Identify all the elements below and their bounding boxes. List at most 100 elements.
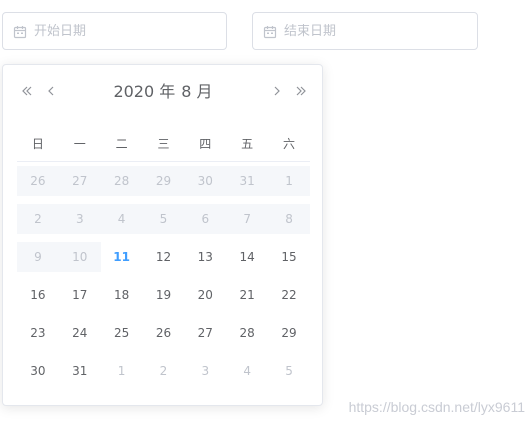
calendar-day-number: 15	[281, 250, 297, 264]
double-chevron-right-icon[interactable]	[293, 81, 309, 101]
calendar-day[interactable]: 27	[184, 314, 226, 352]
calendar-day[interactable]: 1	[101, 352, 143, 390]
calendar-day-number: 28	[100, 166, 143, 196]
year-label[interactable]: 2020 年	[113, 82, 175, 101]
calendar-day[interactable]: 30	[17, 352, 59, 390]
calendar-day[interactable]: 26	[143, 314, 185, 352]
calendar-day[interactable]: 29	[268, 314, 310, 352]
calendar-day-number: 3	[201, 364, 210, 378]
calendar-day[interactable]: 28	[226, 314, 268, 352]
calendar-day: 30	[184, 162, 227, 201]
calendar-day-number: 18	[113, 288, 130, 302]
calendar-day[interactable]: 14	[226, 238, 268, 276]
calendar-day-number: 1	[268, 166, 310, 196]
calendar-day: 28	[100, 162, 143, 201]
year-value: 2020	[113, 82, 155, 101]
weekday-label: 日	[17, 125, 59, 162]
calendar-day-number: 30	[184, 166, 227, 196]
watermark: https://blog.csdn.net/lyx9611	[348, 399, 525, 415]
calendar-day-number: 28	[239, 326, 255, 340]
weekday-label: 五	[226, 125, 269, 162]
calendar-day-number: 5	[142, 204, 185, 234]
calendar-day-number: 31	[72, 364, 88, 378]
calendar-day: 26	[17, 162, 59, 201]
calendar-day-number: 12	[155, 250, 172, 264]
calendar-day-number: 4	[100, 204, 143, 234]
calendar-day[interactable]: 22	[268, 276, 310, 314]
calendar-day-number: 17	[72, 288, 88, 302]
calendar-day-number: 23	[30, 326, 46, 340]
double-chevron-left-icon[interactable]	[19, 81, 35, 101]
chevron-right-icon[interactable]	[269, 81, 285, 101]
weekday-label: 二	[100, 125, 143, 162]
calendar-day[interactable]: 23	[17, 314, 59, 352]
calendar-day-number: 25	[113, 326, 130, 340]
calendar-day-number: 1	[117, 364, 126, 378]
calendar-icon	[13, 24, 27, 39]
calendar-day[interactable]: 31	[59, 352, 101, 390]
calendar-day: 2	[17, 200, 59, 238]
calendar-day[interactable]: 15	[268, 238, 310, 276]
calendar-day: 6	[184, 200, 227, 238]
calendar-day-number: 26	[17, 166, 59, 196]
weekday-label: 三	[142, 125, 185, 162]
calendar-day[interactable]: 12	[143, 238, 185, 276]
weekday-label: 六	[268, 125, 310, 162]
calendar-day-number: 20	[197, 288, 213, 302]
calendar-day-number: 2	[159, 364, 168, 378]
calendar-week-row: 9 10 11 12 13 14 15	[17, 238, 310, 276]
calendar-day[interactable]: 2	[143, 352, 185, 390]
calendar-day-number: 19	[155, 288, 172, 302]
month-value: 8	[181, 82, 192, 101]
calendar-grid: 日一二三四五六 26 27 28 29 30 31 1 2 3 4 5 6 7 8 9 10 11 12 13 14 1…	[17, 125, 310, 390]
start-date-input[interactable]	[2, 12, 227, 50]
calendar-day[interactable]: 17	[59, 276, 101, 314]
calendar-day-number: 7	[226, 204, 269, 234]
end-date-field[interactable]	[284, 23, 444, 39]
calendar-day-number: 5	[285, 364, 293, 378]
calendar-day-number: 11	[113, 250, 130, 264]
calendar-day: 7	[226, 200, 269, 238]
calendar-week-row: 30 31 1 2 3 4 5	[17, 352, 310, 390]
calendar-day: 31	[226, 162, 269, 201]
calendar-week-row: 16 17 18 19 20 21 22	[17, 276, 310, 314]
calendar-day[interactable]: 25	[101, 314, 143, 352]
calendar-day[interactable]: 20	[184, 276, 226, 314]
calendar-day-number: 30	[30, 364, 46, 378]
calendar-day[interactable]: 13	[184, 238, 226, 276]
calendar-day-number: 14	[239, 250, 255, 264]
calendar-day-number: 6	[184, 204, 227, 234]
calendar-week-row: 2345678	[17, 200, 310, 238]
calendar-day-number: 2	[17, 204, 59, 234]
calendar-day-number: 24	[72, 326, 88, 340]
start-date-field[interactable]	[34, 23, 194, 39]
calendar-day[interactable]: 21	[226, 276, 268, 314]
end-date-input[interactable]	[252, 12, 478, 50]
calendar-day[interactable]: 5	[268, 352, 310, 390]
calendar-day[interactable]: 19	[143, 276, 185, 314]
calendar-day: 4	[100, 200, 143, 238]
month-label[interactable]: 8 月	[181, 82, 212, 101]
calendar-day[interactable]: 18	[101, 276, 143, 314]
calendar-day-number: 9	[17, 242, 59, 272]
calendar-day[interactable]: 4	[226, 352, 268, 390]
calendar-day[interactable]: 3	[184, 352, 226, 390]
month-year-label: 2020 年 8 月	[83, 81, 243, 103]
calendar-day: 1	[268, 162, 310, 201]
calendar-day-number: 29	[281, 326, 297, 340]
calendar-day-number: 27	[197, 326, 213, 340]
calendar-day[interactable]: 16	[17, 276, 59, 314]
calendar-day-number: 31	[226, 166, 269, 196]
date-picker-panel: 2020 年8 月 日一二三四五六 26 27 28 29 30 31 1 2 3 4 5 6 7 8 9 1…	[2, 64, 323, 406]
calendar-icon	[263, 24, 277, 39]
calendar-day-today[interactable]: 11	[101, 238, 143, 276]
chevron-left-icon[interactable]	[43, 81, 59, 101]
calendar-day-number: 3	[58, 204, 101, 234]
calendar-day[interactable]: 24	[59, 314, 101, 352]
calendar-day-number: 16	[30, 288, 46, 302]
calendar-day: 3	[58, 200, 101, 238]
calendar-day: 5	[142, 200, 185, 238]
calendar-day-number: 22	[281, 288, 297, 302]
calendar-day: 10	[58, 238, 101, 276]
calendar-day: 8	[268, 200, 310, 238]
